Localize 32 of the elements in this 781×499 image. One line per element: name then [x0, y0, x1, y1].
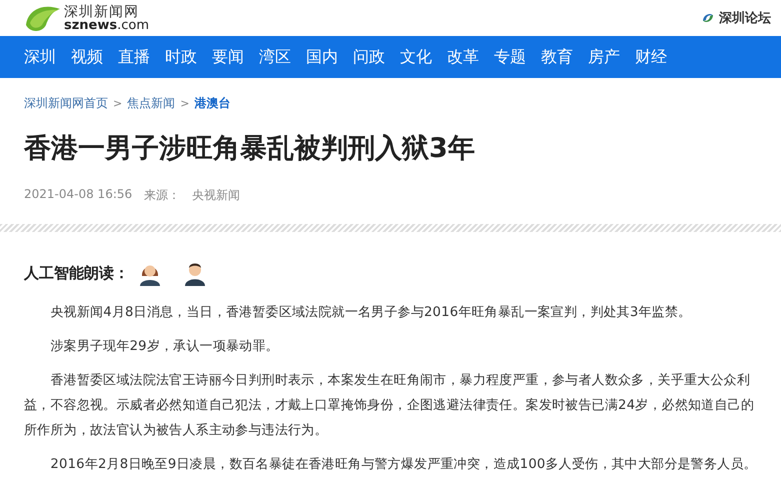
site-domain: sznews.com [64, 18, 150, 32]
article-paragraph: 2016年2月8日晚至9日凌晨，数百名暴徒在香港旺角与警方爆发严重冲突，造成100多人受伤，其中大部分是警务人员。 [49, 456, 758, 474]
nav-link[interactable]: 专题 [486, 46, 533, 68]
nav-link[interactable]: 视频 [63, 46, 110, 68]
nav-link[interactable]: 湾区 [251, 46, 298, 68]
source-label: 来源： [144, 187, 180, 204]
nav-link[interactable]: 改革 [439, 46, 486, 68]
publish-date: 2021-04-08 16:56 [24, 187, 132, 203]
nav-link[interactable]: 要闻 [204, 46, 251, 68]
site-logo-name: 深圳新闻网 [64, 4, 140, 18]
source-name: 央视新闻 [192, 187, 240, 204]
nav-link[interactable]: 财经 [627, 46, 674, 68]
nav-link[interactable]: 问政 [345, 46, 392, 68]
nav-link[interactable]: 直播 [110, 46, 157, 68]
nav-link[interactable]: 深圳 [16, 46, 63, 68]
breadcrumb-separator: > [180, 97, 190, 110]
article-paragraph: 香港暂委区域法院法官王诗丽今日判刑时表示，本案发生在旺角闹市，暴力程度严重，参与者人数众多，关乎重大公众利益，不容忽视。示威者必然知道自己犯法，才戴上口罩掩饰身份，企图逃避法律责任。案发时被告已满24岁，必然知道自己的所作所为，故法官认为被告人系主动参与违法行为。 [24, 372, 755, 440]
forum-link[interactable]: 深圳论坛 [700, 9, 771, 27]
nav-link[interactable]: 时政 [157, 46, 204, 68]
nav-link[interactable]: 国内 [298, 46, 345, 68]
nav-link[interactable]: 房产 [580, 46, 627, 68]
swirl-icon [700, 11, 716, 25]
breadcrumb-separator: > [113, 97, 122, 110]
ai-reading-label: 人工智能朗读： [24, 264, 129, 282]
breadcrumb-link[interactable]: 港澳台 [194, 95, 230, 112]
breadcrumb-link[interactable]: 焦点新闻 [127, 95, 176, 112]
nav-link[interactable]: 文化 [392, 46, 439, 68]
article-paragraph: 涉案男子现年29岁，承认一项暴动罪。 [49, 338, 280, 356]
nav-link[interactable]: 教育 [533, 46, 580, 68]
breadcrumb-link[interactable]: 深圳新闻网首页 [24, 95, 108, 112]
article-paragraph: 央视新闻4月8日消息，当日，香港暂委区域法院就一名男子参与2016年旺角暴乱一案宣判，判处其3年监禁。 [49, 304, 692, 322]
article-title: 香港一男子涉旺角暴乱被判刑入狱3年 [24, 132, 476, 166]
